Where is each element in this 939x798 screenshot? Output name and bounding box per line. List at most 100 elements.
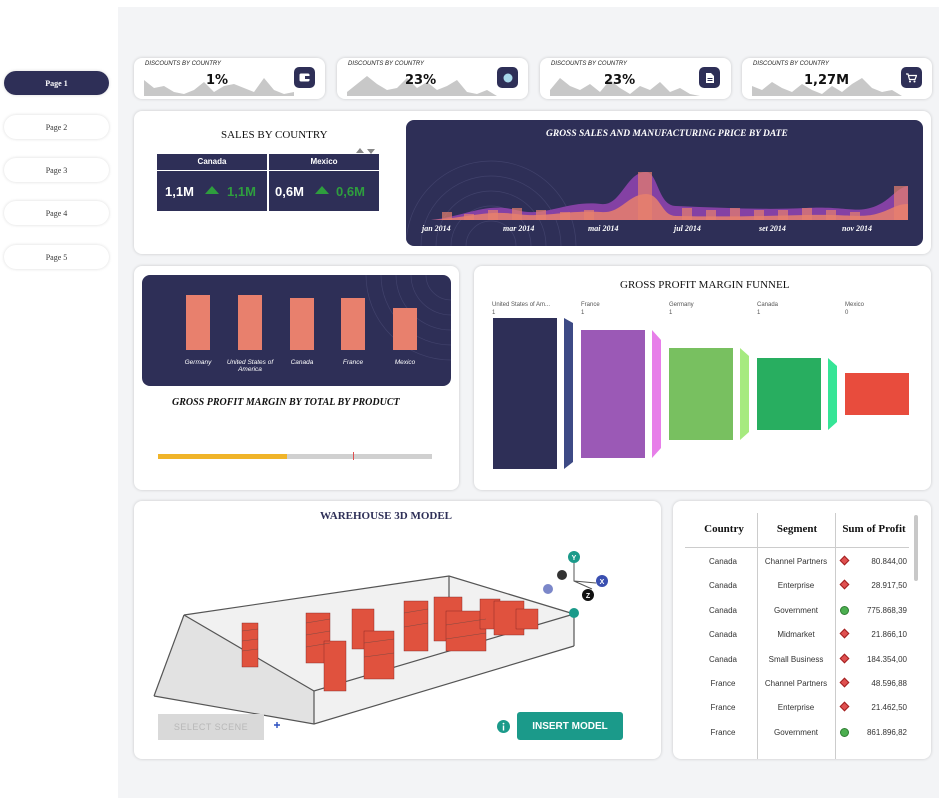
bar-mexico	[393, 308, 417, 350]
month-axis-label: nov 2014	[842, 224, 872, 233]
country-column: Canada 1,1M 1,1M	[157, 154, 267, 214]
info-icon[interactable]	[497, 720, 510, 733]
country-target: 1,1M	[227, 184, 256, 199]
bar-usa	[238, 295, 262, 350]
cell-country: Canada	[708, 581, 738, 591]
bar-germany	[186, 295, 210, 350]
status-circle-icon	[840, 727, 849, 737]
cell-profit: 861.896,82	[866, 727, 907, 737]
cart-icon	[901, 67, 922, 88]
cell-profit: 775.868,39	[866, 605, 907, 615]
country-column: Mexico 0,6M 0,6M	[269, 154, 379, 214]
funnel-stage	[845, 373, 909, 415]
profit-table-card: Country Segment Sum of Profit Canada Chan…	[673, 501, 931, 759]
kpi-value: 1%	[206, 73, 229, 88]
table-row[interactable]: France Channel Partners 48.596,88	[673, 677, 913, 693]
kpi-card-2: DISCOUNTS BY COUNTRY 23%	[337, 58, 528, 99]
month-axis-label: jan 2014	[422, 224, 451, 233]
table-row[interactable]: Canada Enterprise 28.917,50	[673, 579, 913, 595]
cell-profit: 184.354,00	[866, 654, 907, 664]
nav-page-5-button[interactable]: Page 5	[4, 245, 109, 269]
decorative-rings	[186, 275, 451, 361]
cell-segment: Enterprise	[777, 703, 815, 713]
gross-profit-product-title: GROSS PROFIT MARGIN BY TOTAL BY PRODUCT	[172, 397, 400, 408]
table-row[interactable]: Canada Government 775.868,39	[673, 604, 913, 620]
bar-label: Mexico	[394, 359, 416, 366]
table-row[interactable]: Canada Channel Partners 80.844,00	[673, 555, 913, 571]
axis-x-label: X	[600, 579, 605, 586]
axis-y-label: Y	[572, 555, 577, 562]
table-row[interactable]: France Enterprise 21.462,50	[673, 701, 913, 717]
country-name: Mexico	[310, 157, 338, 166]
kpi-card-4: DISCOUNTS BY COUNTRY 1,27M	[742, 58, 932, 99]
bar-label: France	[342, 359, 364, 366]
kpi-card-3: DISCOUNTS BY COUNTRY 23%	[540, 58, 731, 99]
axis-z-label: Z	[586, 593, 591, 600]
cell-profit: 21.866,10	[871, 630, 907, 640]
product-bar-chart: Germany United States of America Canada …	[142, 275, 451, 386]
kpi-title: DISCOUNTS BY COUNTRY	[551, 61, 628, 67]
nav-page-3-button[interactable]: Page 3	[4, 158, 109, 182]
wallet-icon	[294, 67, 315, 88]
sales-by-country-table: Canada 1,1M 1,1M Mexico 0,6M 0,6M	[157, 154, 379, 214]
column-header-profit[interactable]: Sum of Profit	[836, 523, 912, 535]
cell-segment: Channel Partners	[764, 679, 828, 688]
bar-label: Germany	[184, 359, 212, 366]
progress-fill	[158, 454, 287, 459]
cell-country: Canada	[708, 654, 738, 664]
kpi-value: 1,27M	[804, 73, 850, 88]
sidebar: Page 1 Page 2 Page 3 Page 4 Page 5	[0, 0, 118, 798]
document-icon	[699, 67, 720, 88]
bar-label: United States of America	[226, 359, 274, 373]
cell-country: Canada	[708, 605, 738, 615]
progress-marker	[353, 452, 354, 460]
country-name: Canada	[197, 157, 227, 166]
month-axis-label: set 2014	[759, 224, 786, 233]
country-target: 0,6M	[336, 184, 365, 199]
nav-page-1-button[interactable]: Page 1	[4, 71, 109, 95]
kpi-value: 23%	[604, 73, 636, 88]
table-row[interactable]: France Government 861.896,82	[673, 726, 913, 742]
month-axis-label: mar 2014	[503, 224, 535, 233]
sales-by-country-title: SALES BY COUNTRY	[221, 129, 328, 141]
nav-page-4-button[interactable]: Page 4	[4, 201, 109, 225]
kpi-card-1: DISCOUNTS BY COUNTRY 1%	[134, 58, 325, 99]
cell-segment: Enterprise	[777, 581, 815, 591]
cell-profit: 80.844,00	[871, 557, 907, 566]
status-diamond-icon	[839, 628, 850, 639]
kpi-title: DISCOUNTS BY COUNTRY	[145, 61, 222, 67]
month-axis-label: jul 2014	[674, 224, 701, 233]
bar-canada	[290, 298, 314, 350]
kpi-value: 23%	[405, 73, 437, 88]
cell-profit: 28.917,50	[871, 581, 907, 591]
cell-segment: Government	[773, 605, 819, 615]
column-header-country[interactable]: Country	[695, 523, 753, 535]
insert-model-button[interactable]: INSERT MODEL	[517, 712, 623, 740]
gross-profit-funnel-card: GROSS PROFIT MARGIN FUNNEL United States…	[474, 266, 931, 490]
arrow-up-icon	[315, 186, 329, 194]
column-header-segment[interactable]: Segment	[763, 523, 831, 535]
funnel-chart	[493, 318, 909, 469]
funnel-stage	[581, 330, 645, 458]
funnel-stage	[669, 348, 733, 440]
status-diamond-icon	[839, 653, 850, 664]
status-diamond-icon	[839, 579, 850, 590]
table-scrollbar[interactable]	[914, 515, 918, 581]
status-diamond-icon	[839, 701, 850, 712]
kpi-title: DISCOUNTS BY COUNTRY	[753, 61, 830, 67]
warehouse-card: WAREHOUSE 3D MODEL Y X Z SELECT SCENE IN…	[134, 501, 661, 759]
table-row[interactable]: Canada Small Business 184.354,00	[673, 653, 913, 669]
cell-segment: Small Business	[768, 654, 824, 664]
cell-segment: Channel Partners	[764, 557, 828, 566]
cell-country: France	[710, 679, 736, 688]
gross-sales-chart: GROSS SALES AND MANUFACTURING PRICE BY D…	[406, 120, 923, 246]
status-circle-icon	[840, 605, 849, 615]
sales-overview-card: SALES BY COUNTRY Canada 1,1M 1,1M Mexico…	[134, 111, 931, 254]
cell-country: Canada	[708, 557, 738, 566]
funnel-stage	[493, 318, 557, 469]
table-row[interactable]: Canada Midmarket 21.866,10	[673, 628, 913, 644]
country-value: 1,1M	[165, 184, 194, 199]
nav-page-2-button[interactable]: Page 2	[4, 115, 109, 139]
select-scene-button[interactable]: SELECT SCENE	[158, 714, 264, 740]
status-diamond-icon	[839, 677, 850, 688]
